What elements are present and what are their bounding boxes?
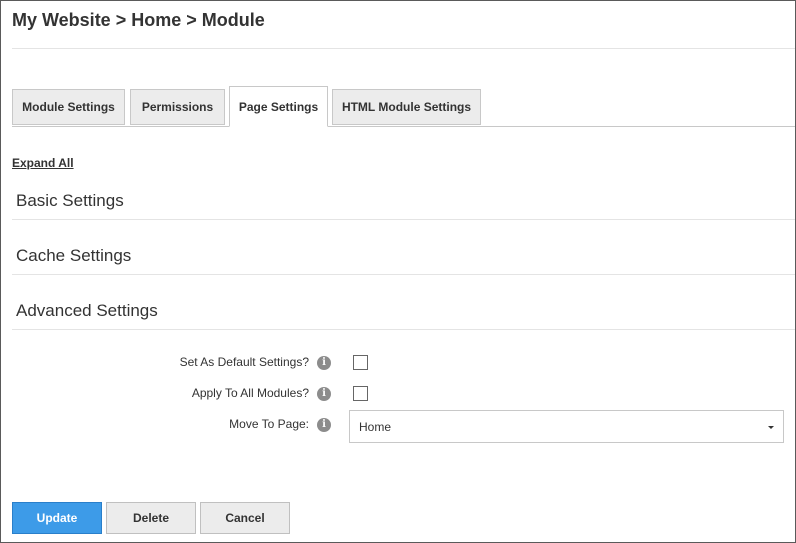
title-divider (12, 48, 795, 49)
section-advanced-settings: Advanced Settings (12, 290, 795, 330)
move-to-page-value: Home (359, 420, 392, 434)
module-settings-window: My Website > Home > Module Module Settin… (0, 0, 796, 543)
tab-page-settings[interactable]: Page Settings (229, 86, 328, 127)
apply-all-checkbox[interactable] (353, 386, 368, 401)
section-advanced-settings-header[interactable]: Advanced Settings (16, 301, 158, 321)
section-basic-settings-header[interactable]: Basic Settings (16, 191, 124, 211)
update-button[interactable]: Update (12, 502, 102, 534)
chevron-down-icon (768, 426, 774, 429)
section-cache-settings: Cache Settings (12, 235, 795, 275)
section-basic-settings: Basic Settings (12, 180, 795, 220)
tab-html-module-settings[interactable]: HTML Module Settings (332, 89, 481, 125)
tab-module-settings[interactable]: Module Settings (12, 89, 125, 125)
cancel-button[interactable]: Cancel (200, 502, 290, 534)
apply-all-label: Apply To All Modules? (191, 386, 309, 400)
info-icon[interactable]: i (317, 356, 331, 370)
set-default-checkbox[interactable] (353, 355, 368, 370)
section-cache-settings-header[interactable]: Cache Settings (16, 246, 131, 266)
page-title: My Website > Home > Module (12, 10, 265, 30)
tab-permissions[interactable]: Permissions (130, 89, 225, 125)
move-to-page-label: Move To Page: (229, 417, 309, 431)
info-icon[interactable]: i (317, 387, 331, 401)
delete-button[interactable]: Delete (106, 502, 196, 534)
info-icon[interactable]: i (317, 418, 331, 432)
move-to-page-select[interactable]: Home (349, 410, 784, 443)
set-default-label: Set As Default Settings? (179, 355, 309, 369)
tab-bar: Module Settings Permissions Page Setting… (12, 86, 795, 127)
expand-all-link[interactable]: Expand All (12, 156, 74, 170)
